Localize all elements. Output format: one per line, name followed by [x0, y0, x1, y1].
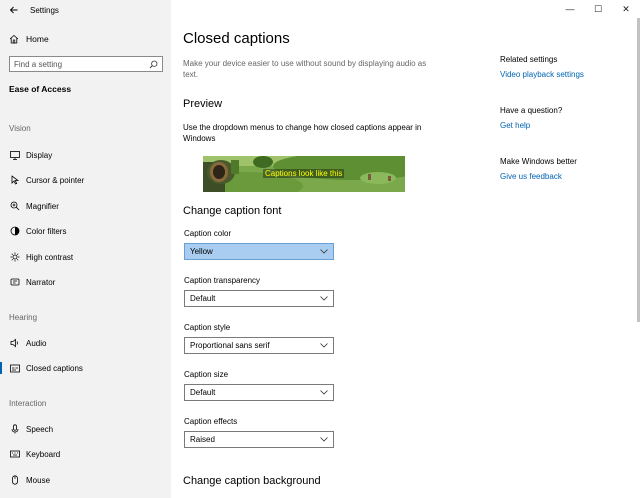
caption-color-dropdown[interactable]: Yellow — [184, 243, 334, 260]
main-content: Closed captions Make your device easier … — [171, 0, 640, 498]
sidebar-item-high-contrast[interactable]: High contrast — [0, 247, 171, 267]
feedback-heading: Make Windows better — [500, 157, 577, 166]
cursor-icon — [9, 174, 21, 186]
sidebar-item-label: Speech — [26, 424, 54, 434]
group-label-hearing: Hearing — [9, 313, 38, 322]
caption-transparency-label: Caption transparency — [184, 276, 261, 285]
caption-size-dropdown[interactable]: Default — [184, 384, 334, 401]
chevron-down-icon — [320, 390, 328, 395]
related-settings-heading: Related settings — [500, 55, 558, 64]
sidebar-item-display[interactable]: Display — [0, 145, 171, 165]
caption-size-label: Caption size — [184, 370, 229, 379]
group-label-vision: Vision — [9, 124, 31, 133]
caption-effects-dropdown[interactable]: Raised — [184, 431, 334, 448]
sidebar-item-keyboard[interactable]: Keyboard — [0, 444, 171, 464]
monitor-icon — [9, 149, 21, 161]
preview-description: Use the dropdown menus to change how clo… — [183, 123, 422, 143]
sidebar-item-magnifier[interactable]: Magnifier — [0, 196, 171, 216]
question-heading: Have a question? — [500, 106, 563, 115]
chevron-down-icon — [320, 296, 328, 301]
sidebar-item-label: Narrator — [26, 277, 56, 287]
chevron-down-icon — [320, 249, 328, 254]
microphone-icon — [9, 423, 21, 435]
chevron-down-icon — [320, 343, 328, 348]
sidebar-item-label: Color filters — [26, 226, 67, 236]
speaker-icon — [9, 337, 21, 349]
search-icon — [149, 60, 158, 68]
sidebar-item-color-filters[interactable]: Color filters — [0, 221, 171, 241]
dropdown-value: Raised — [190, 435, 215, 444]
sidebar-item-label: Display — [26, 150, 53, 160]
sun-icon — [9, 251, 21, 263]
page-title: Closed captions — [183, 30, 290, 47]
caption-effects-label: Caption effects — [184, 417, 238, 426]
dropdown-value: Proportional sans serif — [190, 341, 270, 350]
caption-color-label: Caption color — [184, 229, 232, 238]
preview-caption-text: Captions look like this — [263, 169, 345, 178]
sidebar-item-label: Mouse — [26, 475, 51, 485]
home-link[interactable]: Home — [0, 30, 171, 48]
caption-font-heading: Change caption font — [183, 205, 282, 217]
mouse-icon — [9, 474, 21, 486]
back-button[interactable] — [0, 0, 26, 20]
sidebar-item-label: High contrast — [26, 252, 74, 262]
sidebar-item-label: Closed captions — [26, 363, 83, 373]
page-description: Make your device easier to use without s… — [183, 59, 427, 79]
give-feedback-link[interactable]: Give us feedback — [500, 172, 562, 181]
sidebar-item-label: Keyboard — [26, 449, 61, 459]
sidebar-item-audio[interactable]: Audio — [0, 333, 171, 353]
sidebar-item-label: Audio — [26, 338, 47, 348]
sidebar-item-cursor[interactable]: Cursor & pointer — [0, 170, 171, 190]
caption-background-heading: Change caption background — [183, 475, 321, 487]
caption-preview-image: Captions look like this — [203, 156, 405, 192]
title-bar: Settings — [0, 0, 171, 20]
magnifier-icon — [9, 200, 21, 212]
minimize-button[interactable]: — — [556, 0, 584, 18]
keyboard-icon — [9, 448, 21, 460]
dropdown-value: Default — [190, 388, 216, 397]
caption-style-dropdown[interactable]: Proportional sans serif — [184, 337, 334, 354]
maximize-icon: ☐ — [593, 3, 603, 14]
video-playback-link[interactable]: Video playback settings — [500, 70, 584, 79]
sidebar-item-label: Cursor & pointer — [26, 175, 85, 185]
caption-style-label: Caption style — [184, 323, 231, 332]
group-label-interaction: Interaction — [9, 399, 47, 408]
back-arrow-icon — [9, 6, 17, 14]
sidebar-item-narrator[interactable]: Narrator — [0, 272, 171, 292]
window-controls: — ☐ ✕ — [556, 0, 640, 18]
sidebar-item-label: Magnifier — [26, 201, 59, 211]
sidebar-item-speech[interactable]: Speech — [0, 419, 171, 439]
sidebar: Settings Home Ease of Access Vision Disp… — [0, 0, 171, 498]
chevron-down-icon — [320, 437, 328, 442]
narrator-icon — [9, 276, 21, 288]
window-title: Settings — [30, 5, 59, 15]
sidebar-item-closed-captions[interactable]: Closed captions — [0, 358, 171, 378]
section-title: Ease of Access — [9, 84, 72, 94]
home-icon — [9, 34, 21, 44]
dropdown-value: Default — [190, 294, 216, 303]
maximize-button[interactable]: ☐ — [584, 0, 612, 18]
preview-heading: Preview — [183, 98, 223, 110]
color-filter-icon — [9, 225, 21, 237]
get-help-link[interactable]: Get help — [500, 121, 530, 130]
closed-captions-icon — [9, 362, 21, 374]
close-icon: ✕ — [622, 3, 630, 14]
sidebar-item-mouse[interactable]: Mouse — [0, 470, 171, 490]
minimize-icon: — — [565, 4, 575, 14]
caption-transparency-dropdown[interactable]: Default — [184, 290, 334, 307]
home-label: Home — [26, 34, 49, 44]
search-input[interactable] — [14, 59, 134, 69]
close-button[interactable]: ✕ — [612, 0, 640, 18]
search-box[interactable] — [9, 56, 163, 72]
dropdown-value: Yellow — [190, 247, 213, 256]
